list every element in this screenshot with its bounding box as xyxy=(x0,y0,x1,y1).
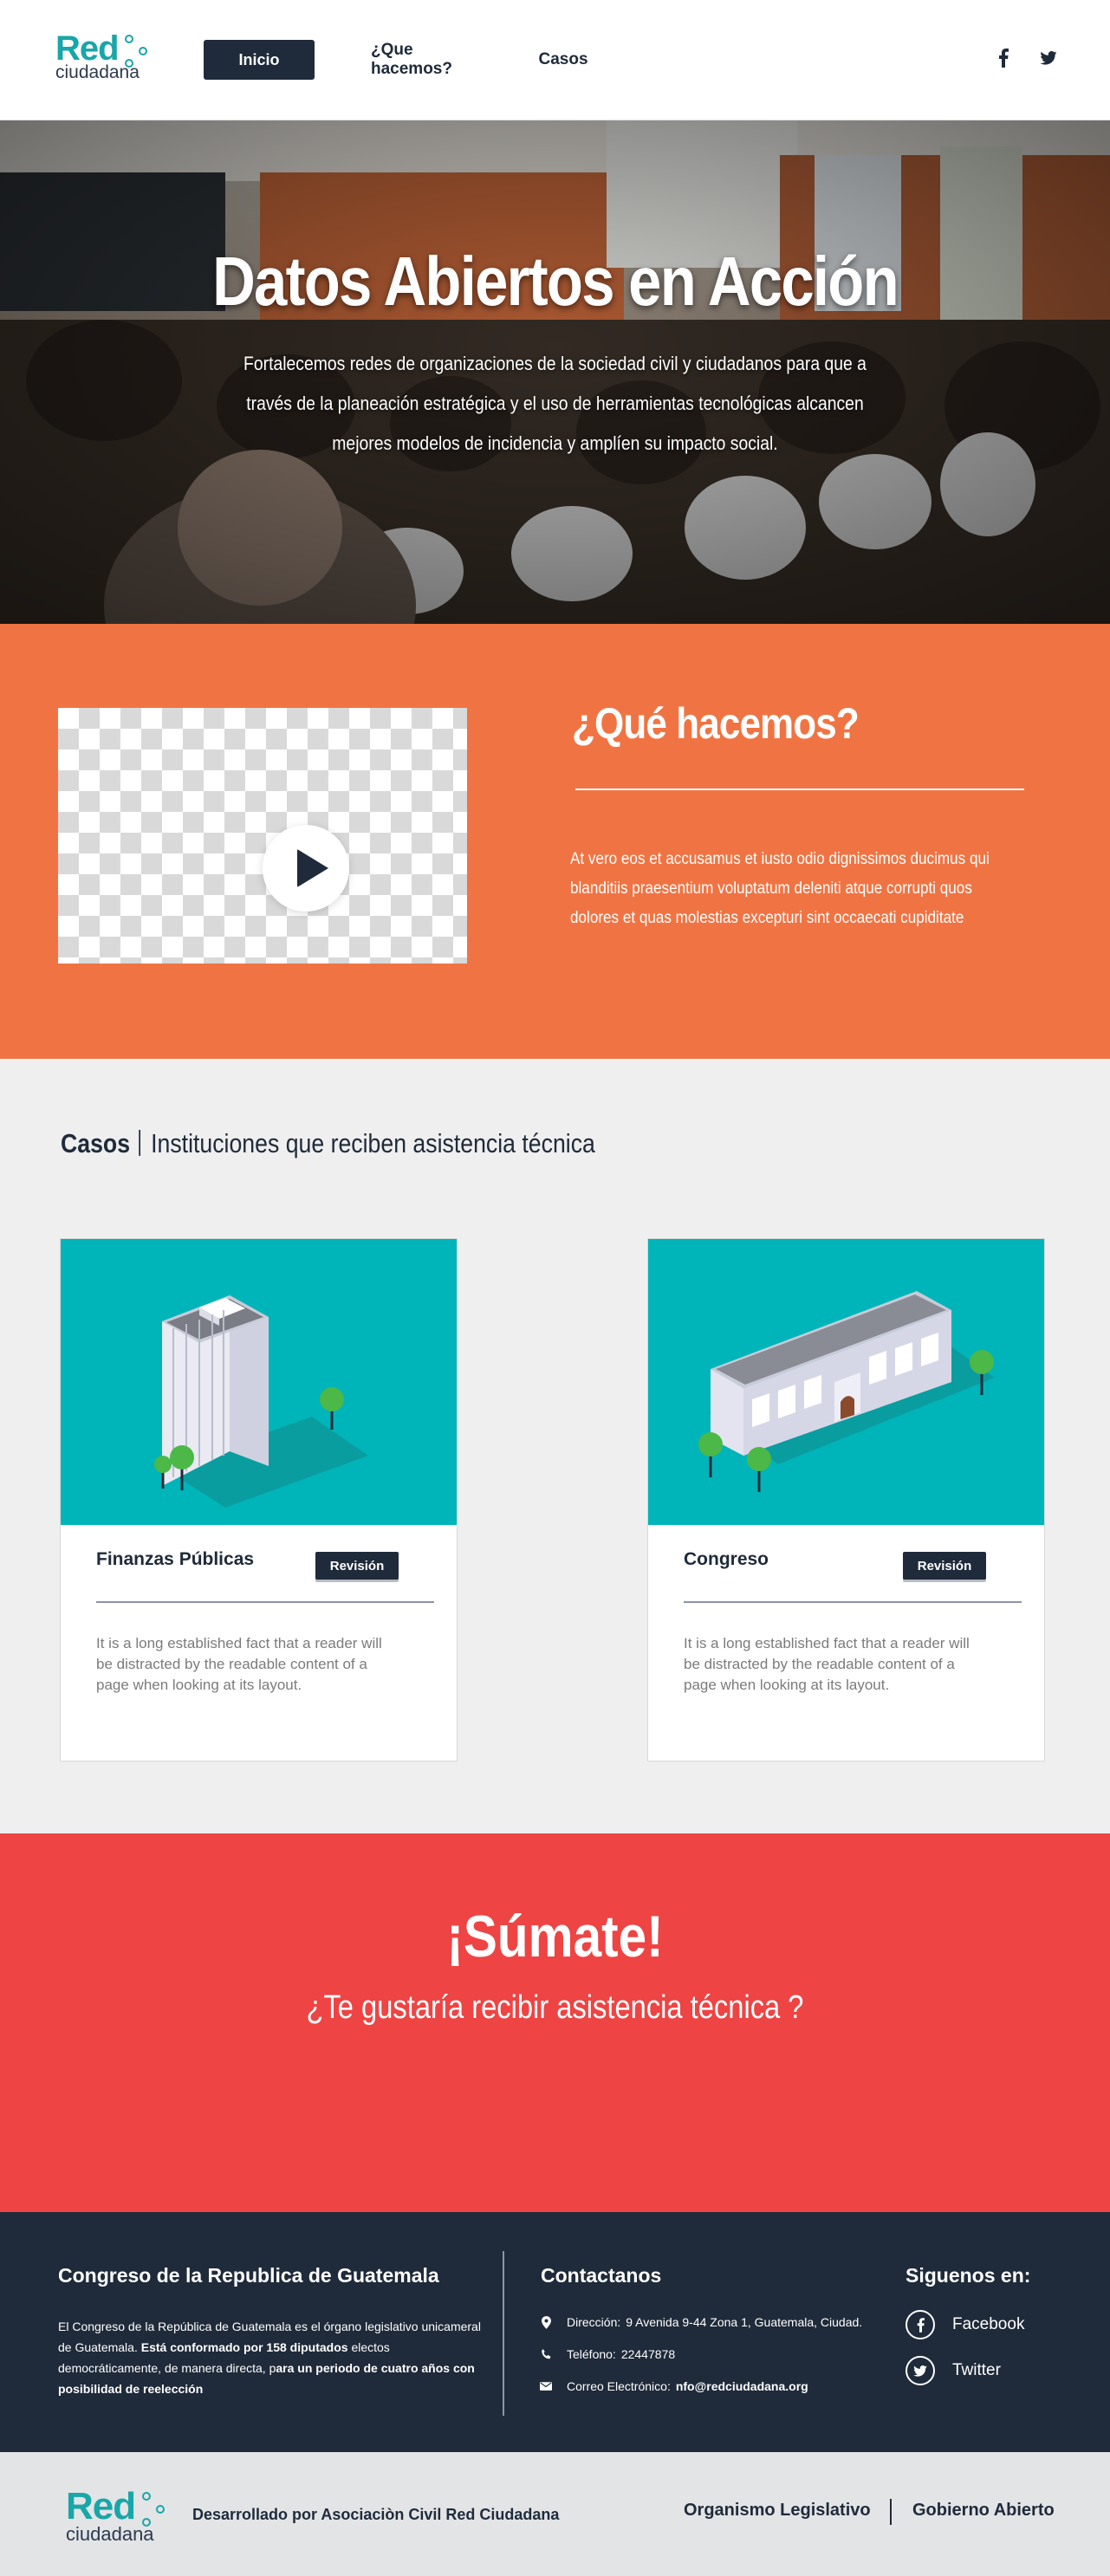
play-button[interactable] xyxy=(263,825,349,912)
nav-what-link[interactable]: ¿Que hacemos? xyxy=(371,40,492,80)
case-description: It is a long established fact that a rea… xyxy=(96,1635,382,1693)
footer-divider xyxy=(503,2251,504,2416)
heading-separator xyxy=(139,1130,141,1156)
divider xyxy=(575,788,1024,790)
org-text-bold: Está conformado por 158 diputados xyxy=(140,2340,348,2354)
legislative-link[interactable]: Organismo Legislativo xyxy=(684,2501,871,2521)
video-player[interactable] xyxy=(58,708,467,964)
contact-email[interactable]: Correo Electrónico: nfo@redciudadana.org xyxy=(539,2379,808,2393)
play-icon xyxy=(297,849,328,887)
cases-heading-rest: Instituciones que reciben asistencia téc… xyxy=(151,1128,595,1158)
what-we-do-section: ¿Qué hacemos? At vero eos et accusamus e… xyxy=(0,624,1110,1059)
address-value: 9 Avenida 9-44 Zona 1, Guatemala, Ciudad… xyxy=(626,2315,863,2329)
phone-value: 22447878 xyxy=(620,2347,676,2361)
twitter-icon[interactable] xyxy=(1037,47,1060,69)
bottom-bar: Red ciudadana Desarrollado por Asociaciò… xyxy=(0,2452,1110,2576)
nav-cases-link[interactable]: Casos xyxy=(532,40,594,80)
review-badge[interactable]: Revisión xyxy=(903,1552,986,1580)
case-description: It is a long established fact that a rea… xyxy=(684,1635,970,1693)
card-divider xyxy=(684,1601,1022,1603)
site-footer: Congreso de la Republica de Guatemala El… xyxy=(0,2212,1110,2452)
contact-phone: Teléfono: 22447878 xyxy=(539,2347,675,2361)
footer-facebook-link[interactable]: Facebook xyxy=(906,2310,1024,2339)
hero-section: Datos Abiertos en Acción Fortalecemos re… xyxy=(0,120,1110,624)
case-name: Congreso xyxy=(684,1549,769,1569)
congress-building-illustration xyxy=(648,1239,1044,1525)
card-divider xyxy=(96,1601,434,1603)
join-title: ¡Súmate! xyxy=(446,1904,664,1969)
footer-org-text: El Congreso de la República de Guatemala… xyxy=(58,2316,491,2399)
email-label: Correo Electrónico: xyxy=(567,2379,671,2393)
logo-dots-icon xyxy=(121,35,153,69)
cases-heading-bold: Casos xyxy=(61,1128,131,1158)
mail-icon xyxy=(539,2379,553,2393)
twitter-label: Twitter xyxy=(952,2361,1001,2379)
what-title: ¿Qué hacemos? xyxy=(572,699,860,748)
hero-text: Fortalecemos redes de organizaciones de … xyxy=(243,353,867,454)
footer-org-title: Congreso de la Republica de Guatemala xyxy=(58,2264,439,2287)
contact-address: Dirección: 9 Avenida 9-44 Zona 1, Guatem… xyxy=(539,2315,862,2329)
cases-section: Casos Instituciones que reciben asistenci… xyxy=(0,1059,1110,1833)
logo[interactable]: Red ciudadana xyxy=(55,31,159,92)
facebook-icon[interactable] xyxy=(992,47,1015,69)
review-badge[interactable]: Revisión xyxy=(315,1552,399,1580)
facebook-icon xyxy=(906,2310,935,2339)
case-name: Finanzas Públicas xyxy=(96,1549,255,1569)
footer-follow-title: Siguenos en: xyxy=(906,2264,1031,2287)
what-text: At vero eos et accusamus et iusto odio d… xyxy=(570,850,990,927)
join-subtitle: ¿Te gustaría recibir asistencia técnica … xyxy=(306,1989,804,2026)
phone-label: Teléfono: xyxy=(567,2347,616,2361)
footer-contact-title: Contactanos xyxy=(541,2264,662,2287)
logo-text: Red xyxy=(66,2485,136,2527)
phone-icon xyxy=(539,2347,553,2361)
facebook-label: Facebook xyxy=(952,2315,1025,2333)
twitter-icon xyxy=(906,2356,935,2385)
case-card[interactable]: Congreso Revisión It is a long establish… xyxy=(647,1238,1045,1762)
site-header: Red ciudadana Inicio ¿Que hacemos? Casos xyxy=(0,0,1110,120)
open-government-link[interactable]: Gobierno Abierto xyxy=(912,2501,1055,2521)
join-section: ¡Súmate! ¿Te gustaría recibir asistencia… xyxy=(0,1833,1110,2212)
location-pin-icon xyxy=(539,2315,553,2329)
email-value[interactable]: nfo@redciudadana.org xyxy=(676,2379,808,2393)
cases-heading: Casos Instituciones que reciben asistenci… xyxy=(61,1128,595,1159)
footer-logo[interactable]: Red ciudadana xyxy=(66,2488,179,2551)
logo-dots-icon xyxy=(139,2492,170,2528)
developed-by-text: Desarrollado por Asociaciòn Civil Red Ci… xyxy=(192,2506,560,2523)
hero-title: Datos Abiertos en Acción xyxy=(212,243,899,320)
footer-twitter-link[interactable]: Twitter xyxy=(906,2356,1001,2385)
nav-home-button[interactable]: Inicio xyxy=(204,40,315,80)
address-label: Dirección: xyxy=(567,2315,621,2329)
finance-building-illustration xyxy=(61,1239,457,1525)
case-card[interactable]: Finanzas Públicas Revisión It is a long … xyxy=(60,1238,458,1762)
link-separator xyxy=(890,2499,892,2525)
